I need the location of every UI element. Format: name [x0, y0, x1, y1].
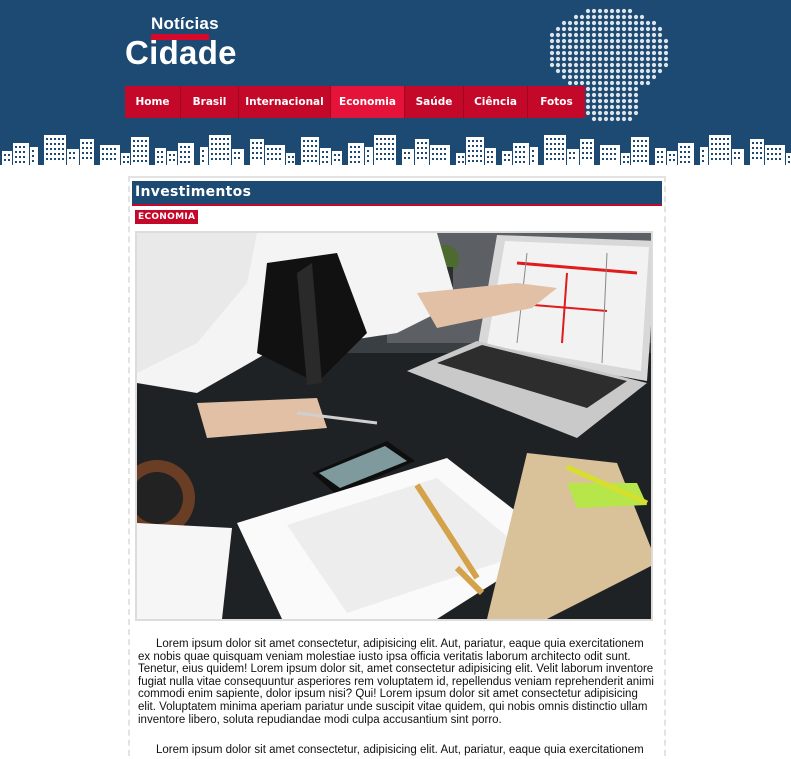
nav-item-brasil[interactable]: Brasil — [181, 86, 239, 118]
nav-item-label: Brasil — [192, 96, 227, 108]
article-paragraph: Lorem ipsum dolor sit amet consectetur, … — [138, 638, 654, 726]
article-title-bar: Investimentos — [132, 181, 662, 206]
nav-item-label: Home — [135, 96, 170, 108]
nav-item-internacional[interactable]: Internacional — [239, 86, 331, 118]
nav-item-fotos[interactable]: Fotos — [528, 86, 585, 118]
article-paragraph: Lorem ipsum dolor sit amet consectetur, … — [156, 744, 644, 757]
site-header: Notícias Cidade Home Brasil Internaciona… — [0, 0, 791, 165]
logo-top-text: Notícias — [151, 14, 219, 33]
article-container: Investimentos ECONOMIA Lorem ipsum dolor… — [128, 176, 666, 759]
nav-item-label: Economia — [339, 96, 396, 108]
nav-item-ciencia[interactable]: Ciência — [464, 86, 528, 118]
nav-item-label: Fotos — [540, 96, 573, 108]
nav-item-label: Internacional — [245, 96, 324, 108]
logo-main-text: Cidade — [125, 34, 237, 71]
nav-item-label: Ciência — [474, 96, 517, 108]
article-photo — [135, 231, 653, 621]
category-badge[interactable]: ECONOMIA — [135, 210, 199, 224]
nav-item-economia[interactable]: Economia — [331, 86, 405, 118]
site-logo[interactable]: Notícias Cidade — [125, 14, 245, 71]
article-body: Lorem ipsum dolor sit amet consectetur, … — [138, 638, 654, 759]
nav-item-home[interactable]: Home — [125, 86, 181, 118]
office-laptop-photo-icon — [137, 233, 651, 619]
city-skyline-decoration — [2, 135, 791, 165]
article-title: Investimentos — [135, 184, 252, 200]
main-navigation: Home Brasil Internacional Economia Saúde… — [125, 86, 585, 118]
nav-item-label: Saúde — [415, 96, 453, 108]
nav-item-saude[interactable]: Saúde — [405, 86, 464, 118]
